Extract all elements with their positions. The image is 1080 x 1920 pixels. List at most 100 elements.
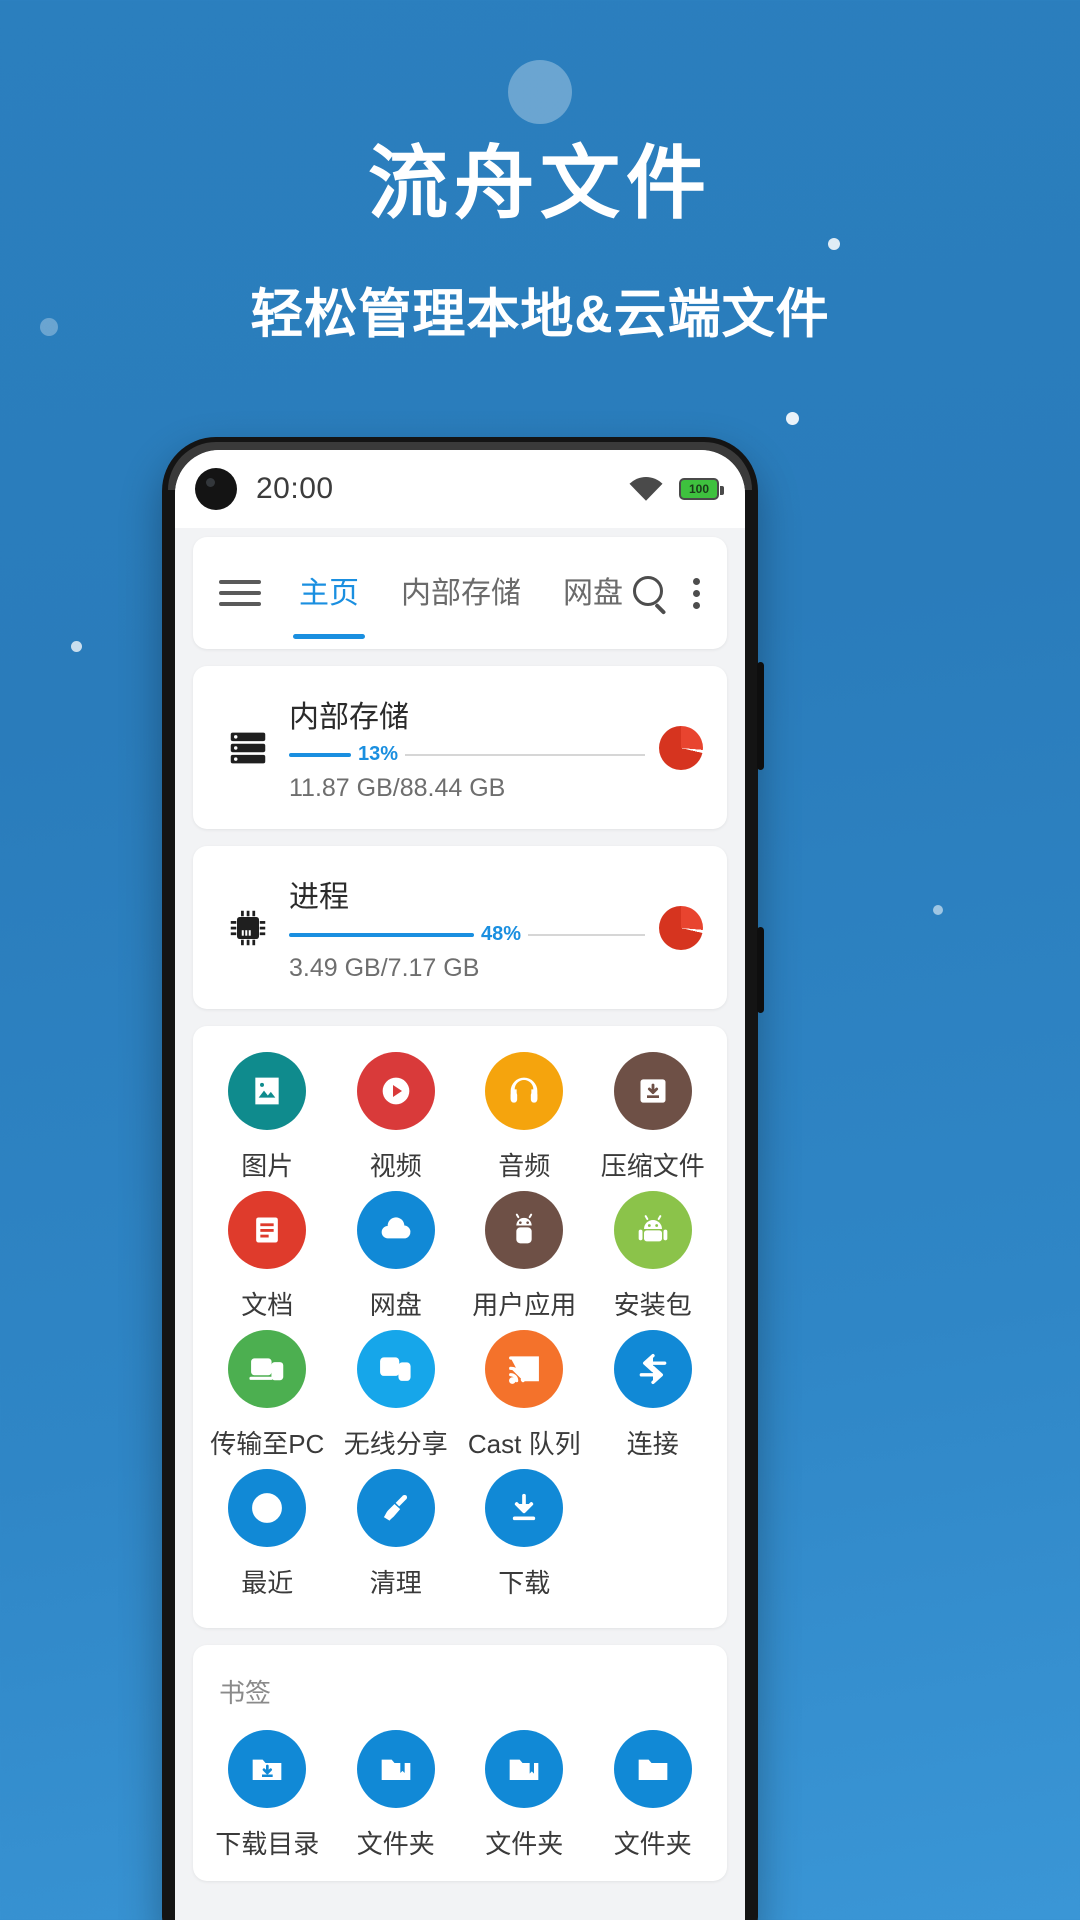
shortcut-documents[interactable]: 文档 — [203, 1191, 332, 1322]
bookmark-label: 文件夹 — [356, 1829, 435, 1859]
kebab-menu-icon[interactable] — [693, 573, 701, 614]
document-icon — [228, 1191, 307, 1269]
shortcut-label: 清理 — [369, 1568, 422, 1598]
search-icon[interactable] — [633, 576, 667, 610]
download-icon — [485, 1469, 564, 1547]
folder-bookmark-icon — [485, 1730, 564, 1808]
battery-icon: 100 — [679, 478, 724, 500]
video-play-icon — [356, 1052, 435, 1130]
storage-title: 内部存储 — [289, 701, 409, 734]
cast-icon — [485, 1330, 564, 1408]
shortcut-label: 安装包 — [613, 1290, 692, 1320]
pie-chart-icon[interactable] — [659, 905, 703, 950]
status-bar-clock: 20:00 — [256, 472, 334, 505]
process-progress-bar: 48% — [289, 923, 645, 946]
bookmarks-title: 书签 — [219, 1678, 272, 1708]
shortcut-transfer-to-pc[interactable]: 传输至PC — [203, 1330, 332, 1461]
tab-bar: 主页 内部存储 网盘 — [293, 568, 623, 639]
hero-logo-circle — [508, 60, 572, 124]
cloud-icon — [356, 1191, 435, 1269]
shortcut-label: 用户应用 — [472, 1290, 577, 1320]
storage-usage-label: 11.87 GB/88.44 GB — [289, 774, 506, 802]
shortcut-audio[interactable]: 音频 — [460, 1052, 589, 1183]
shortcut-user-apps[interactable]: 用户应用 — [460, 1191, 589, 1322]
storage-card-process[interactable]: 进程 48% 3.49 GB/7.17 GB — [193, 846, 727, 1009]
shortcut-label: 文档 — [241, 1290, 294, 1320]
status-bar-indicators: 100 — [628, 476, 724, 503]
app-title: 流舟文件 — [368, 139, 712, 228]
shortcut-label: 下载 — [498, 1568, 551, 1598]
shortcut-archives[interactable]: 压缩文件 — [589, 1052, 718, 1183]
shortcut-label: 音频 — [498, 1151, 551, 1181]
process-percent-label: 48% — [481, 923, 522, 945]
pc-transfer-icon — [228, 1330, 307, 1408]
storage-progress-bar: 13% — [289, 743, 645, 766]
shortcut-label: 连接 — [626, 1429, 679, 1459]
bg-dot — [933, 905, 943, 915]
shortcut-videos[interactable]: 视频 — [332, 1052, 461, 1183]
server-storage-icon — [217, 725, 279, 771]
app-subtitle: 轻松管理本地&云端文件 — [250, 285, 830, 344]
bg-dot — [71, 641, 82, 652]
bookmark-label: 文件夹 — [485, 1829, 564, 1859]
image-icon — [228, 1052, 307, 1130]
headphones-icon — [485, 1052, 564, 1130]
storage-info-internal: 内部存储 13% 11.87 GB/88.44 GB — [279, 692, 659, 803]
shortcut-cast-queue[interactable]: Cast 队列 — [460, 1330, 589, 1461]
bookmarks-card: 书签 下载目录 文件夹 文件夹 文件夹 — [193, 1645, 727, 1881]
tab-home[interactable]: 主页 — [293, 568, 365, 639]
hero-section: 流舟文件 轻松管理本地&云端文件 — [0, 0, 1080, 348]
shortcut-label: 压缩文件 — [600, 1151, 705, 1181]
broom-clean-icon — [356, 1469, 435, 1547]
android-apk-icon — [613, 1191, 692, 1269]
phone-screen: 20:00 100 主页 内部存储 网盘 内部存储 13% 11.87 GB/8… — [175, 450, 745, 1920]
cpu-chip-icon — [217, 906, 279, 950]
toolbar-actions — [633, 573, 701, 614]
folder-bookmark-icon — [356, 1730, 435, 1808]
android-robot-icon — [485, 1191, 564, 1269]
phone-power-button — [757, 927, 764, 1013]
process-usage-label: 3.49 GB/7.17 GB — [289, 954, 480, 982]
bookmarks-grid: 下载目录 文件夹 文件夹 文件夹 — [193, 1716, 727, 1881]
shortcut-label: 图片 — [241, 1151, 294, 1181]
shortcut-label: 无线分享 — [343, 1429, 448, 1459]
shortcut-label: 视频 — [369, 1151, 422, 1181]
shortcut-connect[interactable]: 连接 — [589, 1330, 718, 1461]
archive-box-icon — [613, 1052, 692, 1130]
tab-internal-storage[interactable]: 内部存储 — [401, 568, 521, 619]
storage-info-process: 进程 48% 3.49 GB/7.17 GB — [279, 872, 659, 983]
bookmark-label: 下载目录 — [215, 1829, 320, 1859]
connect-arrow-icon — [613, 1330, 692, 1408]
folder-plain-icon — [613, 1730, 692, 1808]
bookmark-item[interactable]: 下载目录 — [203, 1730, 332, 1861]
shortcut-label: 传输至PC — [210, 1429, 325, 1459]
shortcut-grid: 图片 视频 音频 压缩文件 文档 网盘 用户应用 安装包 传输至PC 无线分享 … — [193, 1026, 727, 1628]
bookmark-item[interactable]: 文件夹 — [332, 1730, 461, 1861]
pie-chart-icon[interactable] — [659, 725, 703, 770]
hamburger-menu-icon[interactable] — [219, 573, 261, 613]
screen-content: 主页 内部存储 网盘 内部存储 13% 11.87 GB/88.44 GB 进程… — [175, 537, 745, 1881]
bookmark-label: 文件夹 — [613, 1829, 692, 1859]
clock-icon — [228, 1469, 307, 1547]
shortcut-wireless-share[interactable]: 无线分享 — [332, 1330, 461, 1461]
storage-card-internal[interactable]: 内部存储 13% 11.87 GB/88.44 GB — [193, 666, 727, 829]
phone-mockup: 20:00 100 主页 内部存储 网盘 内部存储 13% 11.87 GB/8… — [162, 437, 764, 1920]
bookmark-item[interactable]: 文件夹 — [589, 1730, 718, 1861]
bookmark-item[interactable]: 文件夹 — [460, 1730, 589, 1861]
battery-level-label: 100 — [688, 482, 710, 496]
shortcut-label: Cast 队列 — [467, 1429, 581, 1459]
wifi-icon — [629, 476, 663, 501]
shortcut-images[interactable]: 图片 — [203, 1052, 332, 1183]
folder-download-icon — [228, 1730, 307, 1808]
shortcut-clean[interactable]: 清理 — [332, 1469, 461, 1600]
process-title: 进程 — [289, 881, 349, 914]
shortcut-apk[interactable]: 安装包 — [589, 1191, 718, 1322]
shortcut-download[interactable]: 下载 — [460, 1469, 589, 1600]
tab-cloud-drive[interactable]: 网盘 — [563, 568, 623, 619]
app-toolbar: 主页 内部存储 网盘 — [193, 537, 727, 649]
storage-percent-label: 13% — [358, 743, 399, 765]
shortcut-cloud[interactable]: 网盘 — [332, 1191, 461, 1322]
shortcut-label: 网盘 — [369, 1290, 422, 1320]
shortcut-recent[interactable]: 最近 — [203, 1469, 332, 1600]
phone-volume-button — [757, 662, 764, 770]
